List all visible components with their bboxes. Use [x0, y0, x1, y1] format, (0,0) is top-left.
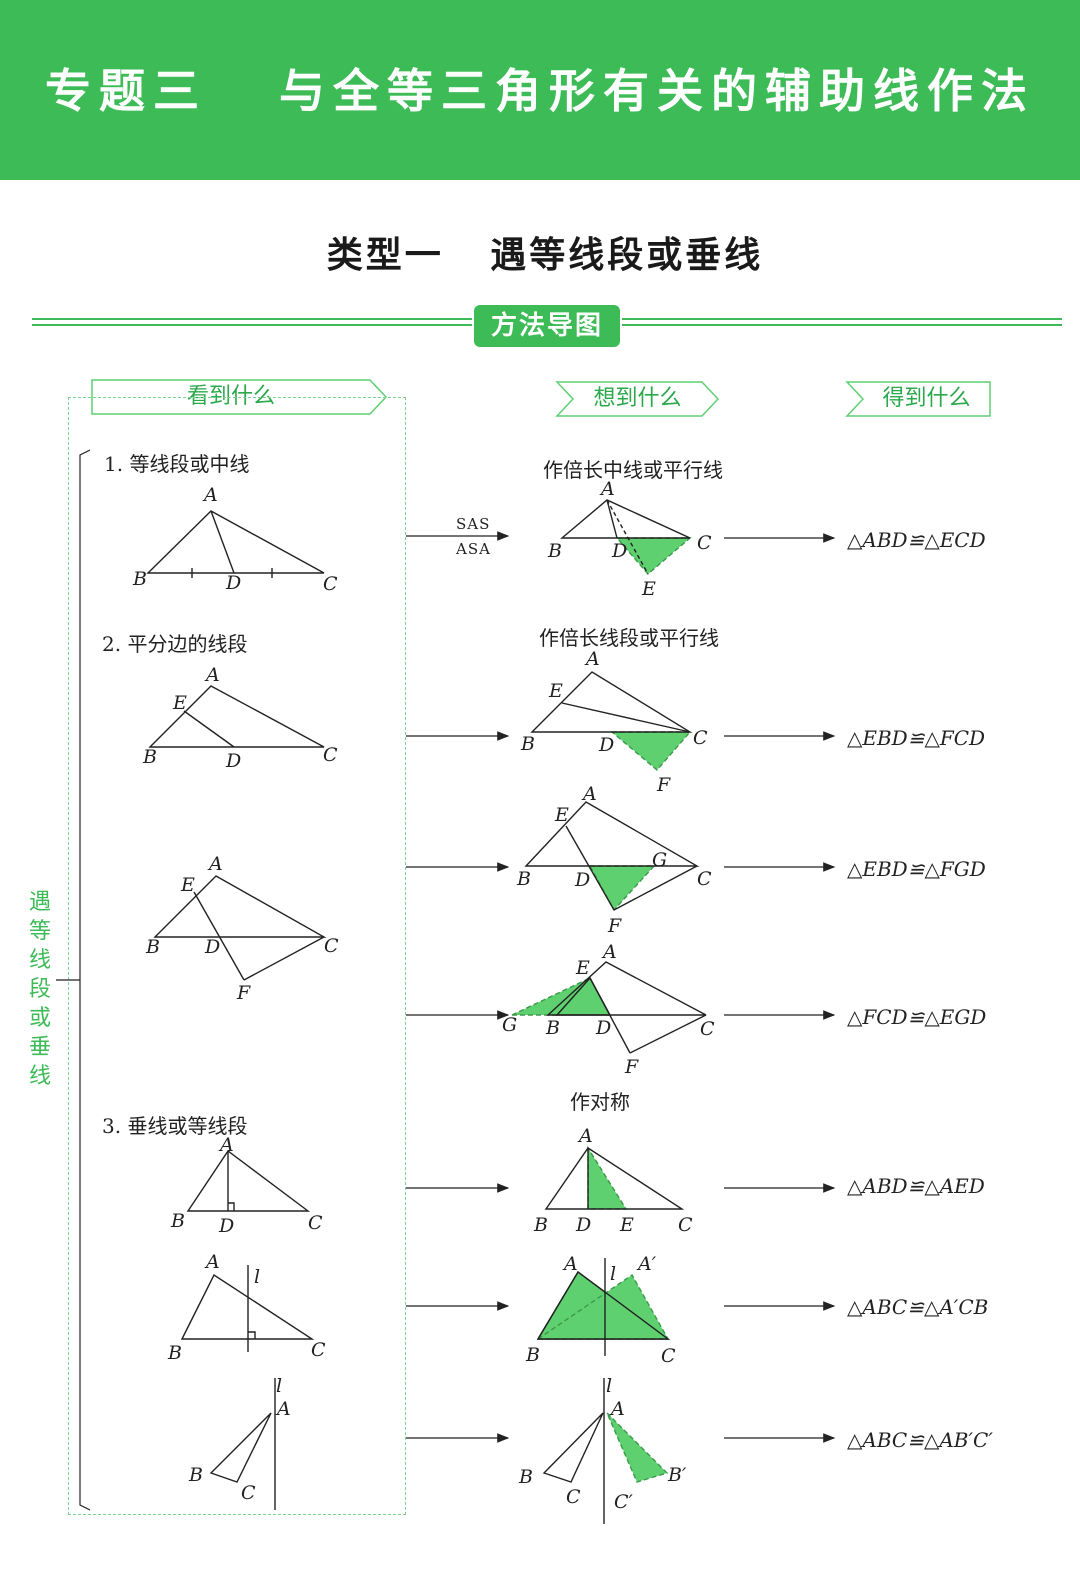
- point-labels: AB D C AB D CE AEB D C AEB D CF AEB D CF AEB DGCF A…: [132, 478, 715, 1513]
- svg-text:A: A: [609, 1398, 625, 1420]
- svg-text:l: l: [254, 1266, 260, 1288]
- svg-text:A: A: [584, 648, 600, 670]
- figure-left-6: [180, 1265, 315, 1352]
- figure-right-3: [524, 801, 700, 912]
- svg-text:C: C: [308, 1212, 323, 1234]
- svg-text:D: D: [204, 936, 220, 958]
- figure-right-4: [511, 961, 707, 1054]
- svg-text:E: E: [619, 1214, 634, 1236]
- svg-text:C′: C′: [614, 1491, 634, 1513]
- svg-text:A: A: [218, 1134, 234, 1156]
- figure-left-1: [146, 510, 325, 578]
- svg-text:A: A: [601, 941, 617, 963]
- svg-text:A: A: [562, 1253, 578, 1275]
- svg-text:A: A: [581, 783, 597, 805]
- svg-text:D: D: [575, 1214, 591, 1236]
- svg-text:B: B: [145, 936, 160, 958]
- svg-text:C: C: [697, 532, 712, 554]
- svg-text:C: C: [661, 1345, 676, 1367]
- svg-text:B: B: [518, 1466, 533, 1488]
- svg-text:D: D: [574, 869, 590, 891]
- svg-text:E: E: [548, 680, 563, 702]
- svg-text:B: B: [516, 868, 531, 890]
- svg-text:E: E: [172, 692, 187, 714]
- svg-text:C: C: [697, 868, 712, 890]
- svg-text:D: D: [595, 1017, 611, 1039]
- svg-text:C: C: [700, 1018, 715, 1040]
- svg-text:E: E: [554, 804, 569, 826]
- svg-text:B: B: [142, 746, 157, 768]
- svg-text:l: l: [610, 1263, 616, 1285]
- svg-text:E: E: [180, 874, 195, 896]
- svg-text:D: D: [218, 1215, 234, 1237]
- figure-left-5: [186, 1149, 311, 1212]
- svg-text:B: B: [525, 1344, 540, 1366]
- geometry-diagrams: AB D C AB D CE AEB D C AEB D CF AEB D CF AEB DGCF A…: [56, 449, 836, 1524]
- svg-text:B: B: [533, 1214, 548, 1236]
- svg-text:A′: A′: [636, 1253, 657, 1275]
- svg-text:G: G: [652, 849, 667, 871]
- svg-text:B: B: [170, 1210, 185, 1232]
- svg-text:A: A: [207, 853, 223, 875]
- figure-right-5: [544, 1145, 685, 1210]
- svg-text:C: C: [311, 1339, 326, 1361]
- svg-text:A: A: [599, 478, 615, 500]
- svg-text:D: D: [598, 734, 614, 756]
- svg-text:l: l: [606, 1375, 612, 1397]
- svg-text:D: D: [225, 572, 241, 594]
- left-bracket: [56, 449, 91, 1511]
- svg-text:B: B: [545, 1017, 560, 1039]
- svg-text:D: D: [611, 540, 627, 562]
- svg-text:B′: B′: [667, 1464, 687, 1486]
- svg-text:F: F: [236, 982, 251, 1004]
- svg-text:A: A: [204, 1251, 220, 1273]
- svg-text:C: C: [324, 935, 339, 957]
- svg-text:A: A: [577, 1125, 593, 1147]
- svg-text:B: B: [167, 1342, 182, 1364]
- svg-text:B: B: [520, 733, 535, 755]
- svg-text:G: G: [502, 1014, 517, 1036]
- svg-text:F: F: [624, 1056, 639, 1078]
- svg-text:C: C: [323, 744, 338, 766]
- svg-text:B: B: [132, 568, 147, 590]
- svg-text:D: D: [225, 750, 241, 772]
- svg-text:l: l: [276, 1375, 282, 1397]
- svg-text:A: A: [202, 484, 218, 506]
- svg-text:C: C: [678, 1214, 693, 1236]
- figure-right-7: [542, 1378, 669, 1524]
- svg-text:F: F: [607, 915, 622, 937]
- svg-text:C: C: [323, 573, 338, 595]
- svg-text:A: A: [275, 1398, 291, 1420]
- svg-text:B: B: [188, 1464, 203, 1486]
- svg-text:E: E: [575, 957, 590, 979]
- svg-text:A: A: [204, 664, 220, 686]
- svg-text:E: E: [641, 578, 656, 600]
- svg-text:B: B: [547, 540, 562, 562]
- figure-right-1: [560, 499, 692, 575]
- svg-text:C: C: [566, 1486, 581, 1508]
- svg-text:C: C: [693, 727, 708, 749]
- svg-text:F: F: [656, 774, 671, 796]
- svg-text:C: C: [241, 1482, 256, 1504]
